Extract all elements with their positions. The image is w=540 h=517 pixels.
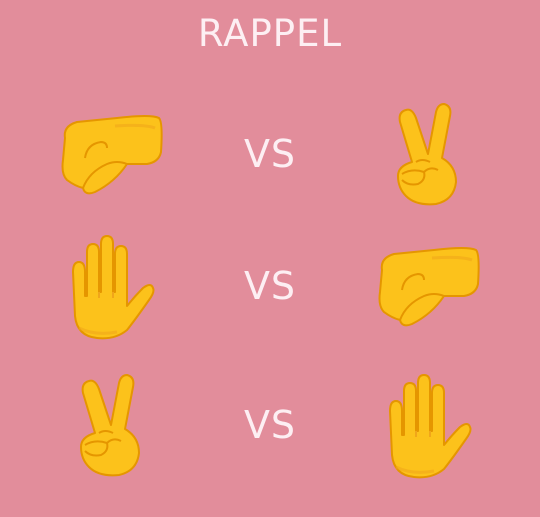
round-row: VS: [0, 232, 540, 342]
vs-label: VS: [243, 264, 297, 308]
round-row: VS: [0, 371, 540, 481]
victory-icon: [372, 100, 482, 210]
fist-icon: [55, 100, 165, 210]
victory-icon: [55, 371, 165, 481]
palm-icon: [55, 232, 165, 342]
fist-icon: [372, 232, 482, 342]
round-row: VS: [0, 100, 540, 210]
vs-label: VS: [243, 403, 297, 447]
vs-label: VS: [243, 132, 297, 176]
page-title: RAPPEL: [197, 12, 343, 55]
palm-icon: [372, 371, 482, 481]
